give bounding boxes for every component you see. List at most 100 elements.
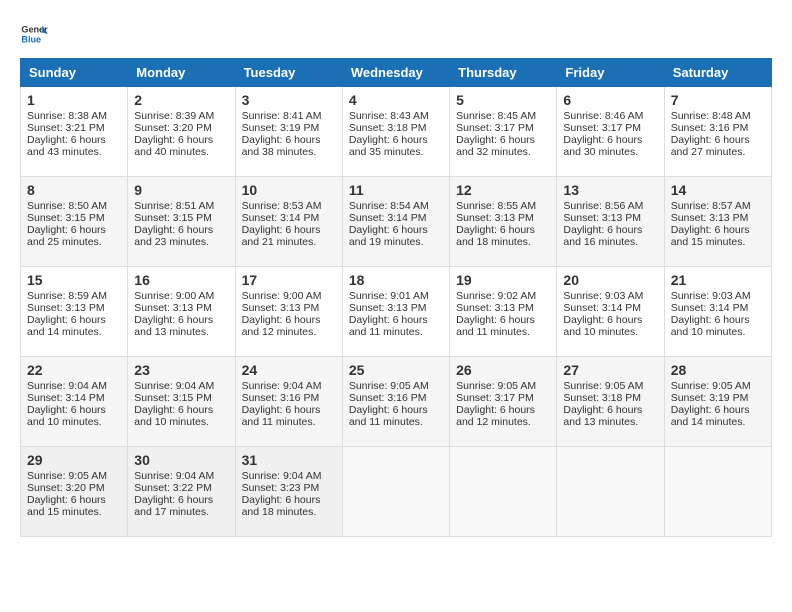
sunset-label: Sunset: 3:13 PM (563, 212, 641, 224)
sunrise-label: Sunrise: 9:05 AM (27, 470, 107, 482)
day-number: 18 (349, 272, 443, 288)
calendar-cell: 29 Sunrise: 9:05 AM Sunset: 3:20 PM Dayl… (21, 447, 128, 537)
sunset-label: Sunset: 3:16 PM (671, 122, 749, 134)
daylight-label: Daylight: 6 hours and 12 minutes. (242, 314, 321, 338)
daylight-label: Daylight: 6 hours and 16 minutes. (563, 224, 642, 248)
day-number: 17 (242, 272, 336, 288)
day-number: 25 (349, 362, 443, 378)
weekday-header: Thursday (450, 59, 557, 87)
sunrise-label: Sunrise: 8:45 AM (456, 110, 536, 122)
weekday-header: Wednesday (342, 59, 449, 87)
daylight-label: Daylight: 6 hours and 11 minutes. (349, 314, 428, 338)
weekday-header: Tuesday (235, 59, 342, 87)
weekday-header: Friday (557, 59, 664, 87)
calendar-cell: 10 Sunrise: 8:53 AM Sunset: 3:14 PM Dayl… (235, 177, 342, 267)
daylight-label: Daylight: 6 hours and 40 minutes. (134, 134, 213, 158)
calendar-header-row: SundayMondayTuesdayWednesdayThursdayFrid… (21, 59, 772, 87)
daylight-label: Daylight: 6 hours and 11 minutes. (456, 314, 535, 338)
sunrise-label: Sunrise: 9:02 AM (456, 290, 536, 302)
calendar-cell: 30 Sunrise: 9:04 AM Sunset: 3:22 PM Dayl… (128, 447, 235, 537)
logo: General Blue (20, 20, 48, 48)
sunrise-label: Sunrise: 9:04 AM (134, 380, 214, 392)
calendar-week-row: 8 Sunrise: 8:50 AM Sunset: 3:15 PM Dayli… (21, 177, 772, 267)
sunset-label: Sunset: 3:17 PM (456, 122, 534, 134)
sunset-label: Sunset: 3:19 PM (242, 122, 320, 134)
sunrise-label: Sunrise: 8:39 AM (134, 110, 214, 122)
daylight-label: Daylight: 6 hours and 35 minutes. (349, 134, 428, 158)
sunset-label: Sunset: 3:14 PM (242, 212, 320, 224)
sunrise-label: Sunrise: 9:05 AM (563, 380, 643, 392)
sunrise-label: Sunrise: 8:41 AM (242, 110, 322, 122)
calendar-cell: 9 Sunrise: 8:51 AM Sunset: 3:15 PM Dayli… (128, 177, 235, 267)
sunset-label: Sunset: 3:13 PM (349, 302, 427, 314)
sunset-label: Sunset: 3:13 PM (134, 302, 212, 314)
sunset-label: Sunset: 3:22 PM (134, 482, 212, 494)
sunset-label: Sunset: 3:14 PM (671, 302, 749, 314)
calendar-cell: 4 Sunrise: 8:43 AM Sunset: 3:18 PM Dayli… (342, 87, 449, 177)
sunrise-label: Sunrise: 9:00 AM (134, 290, 214, 302)
calendar-cell: 8 Sunrise: 8:50 AM Sunset: 3:15 PM Dayli… (21, 177, 128, 267)
weekday-header: Saturday (664, 59, 771, 87)
day-number: 8 (27, 182, 121, 198)
daylight-label: Daylight: 6 hours and 27 minutes. (671, 134, 750, 158)
calendar-cell: 17 Sunrise: 9:00 AM Sunset: 3:13 PM Dayl… (235, 267, 342, 357)
daylight-label: Daylight: 6 hours and 10 minutes. (134, 404, 213, 428)
sunset-label: Sunset: 3:13 PM (456, 212, 534, 224)
sunset-label: Sunset: 3:13 PM (27, 302, 105, 314)
sunrise-label: Sunrise: 9:03 AM (563, 290, 643, 302)
day-number: 27 (563, 362, 657, 378)
sunrise-label: Sunrise: 9:04 AM (242, 380, 322, 392)
sunset-label: Sunset: 3:23 PM (242, 482, 320, 494)
sunrise-label: Sunrise: 9:05 AM (349, 380, 429, 392)
sunrise-label: Sunrise: 8:38 AM (27, 110, 107, 122)
sunset-label: Sunset: 3:15 PM (27, 212, 105, 224)
sunrise-label: Sunrise: 9:05 AM (671, 380, 751, 392)
calendar-week-row: 1 Sunrise: 8:38 AM Sunset: 3:21 PM Dayli… (21, 87, 772, 177)
calendar-cell (342, 447, 449, 537)
calendar-table: SundayMondayTuesdayWednesdayThursdayFrid… (20, 58, 772, 537)
daylight-label: Daylight: 6 hours and 10 minutes. (563, 314, 642, 338)
sunset-label: Sunset: 3:18 PM (349, 122, 427, 134)
sunrise-label: Sunrise: 8:46 AM (563, 110, 643, 122)
calendar-cell: 22 Sunrise: 9:04 AM Sunset: 3:14 PM Dayl… (21, 357, 128, 447)
page-header: General Blue (20, 20, 772, 48)
day-number: 20 (563, 272, 657, 288)
calendar-cell: 12 Sunrise: 8:55 AM Sunset: 3:13 PM Dayl… (450, 177, 557, 267)
daylight-label: Daylight: 6 hours and 18 minutes. (242, 494, 321, 518)
sunrise-label: Sunrise: 8:53 AM (242, 200, 322, 212)
calendar-week-row: 22 Sunrise: 9:04 AM Sunset: 3:14 PM Dayl… (21, 357, 772, 447)
day-number: 26 (456, 362, 550, 378)
day-number: 11 (349, 182, 443, 198)
daylight-label: Daylight: 6 hours and 18 minutes. (456, 224, 535, 248)
svg-text:Blue: Blue (21, 34, 41, 44)
daylight-label: Daylight: 6 hours and 15 minutes. (27, 494, 106, 518)
sunset-label: Sunset: 3:14 PM (27, 392, 105, 404)
calendar-cell: 13 Sunrise: 8:56 AM Sunset: 3:13 PM Dayl… (557, 177, 664, 267)
sunset-label: Sunset: 3:19 PM (671, 392, 749, 404)
sunrise-label: Sunrise: 9:04 AM (242, 470, 322, 482)
calendar-cell: 5 Sunrise: 8:45 AM Sunset: 3:17 PM Dayli… (450, 87, 557, 177)
day-number: 24 (242, 362, 336, 378)
day-number: 15 (27, 272, 121, 288)
calendar-cell: 11 Sunrise: 8:54 AM Sunset: 3:14 PM Dayl… (342, 177, 449, 267)
daylight-label: Daylight: 6 hours and 32 minutes. (456, 134, 535, 158)
calendar-cell (664, 447, 771, 537)
day-number: 6 (563, 92, 657, 108)
sunrise-label: Sunrise: 8:56 AM (563, 200, 643, 212)
daylight-label: Daylight: 6 hours and 13 minutes. (134, 314, 213, 338)
calendar-cell: 27 Sunrise: 9:05 AM Sunset: 3:18 PM Dayl… (557, 357, 664, 447)
sunset-label: Sunset: 3:15 PM (134, 212, 212, 224)
calendar-cell: 14 Sunrise: 8:57 AM Sunset: 3:13 PM Dayl… (664, 177, 771, 267)
calendar-cell: 6 Sunrise: 8:46 AM Sunset: 3:17 PM Dayli… (557, 87, 664, 177)
daylight-label: Daylight: 6 hours and 11 minutes. (349, 404, 428, 428)
daylight-label: Daylight: 6 hours and 14 minutes. (671, 404, 750, 428)
daylight-label: Daylight: 6 hours and 13 minutes. (563, 404, 642, 428)
sunset-label: Sunset: 3:13 PM (456, 302, 534, 314)
daylight-label: Daylight: 6 hours and 23 minutes. (134, 224, 213, 248)
calendar-cell: 15 Sunrise: 8:59 AM Sunset: 3:13 PM Dayl… (21, 267, 128, 357)
sunrise-label: Sunrise: 8:55 AM (456, 200, 536, 212)
calendar-cell: 31 Sunrise: 9:04 AM Sunset: 3:23 PM Dayl… (235, 447, 342, 537)
day-number: 2 (134, 92, 228, 108)
day-number: 9 (134, 182, 228, 198)
sunset-label: Sunset: 3:16 PM (349, 392, 427, 404)
